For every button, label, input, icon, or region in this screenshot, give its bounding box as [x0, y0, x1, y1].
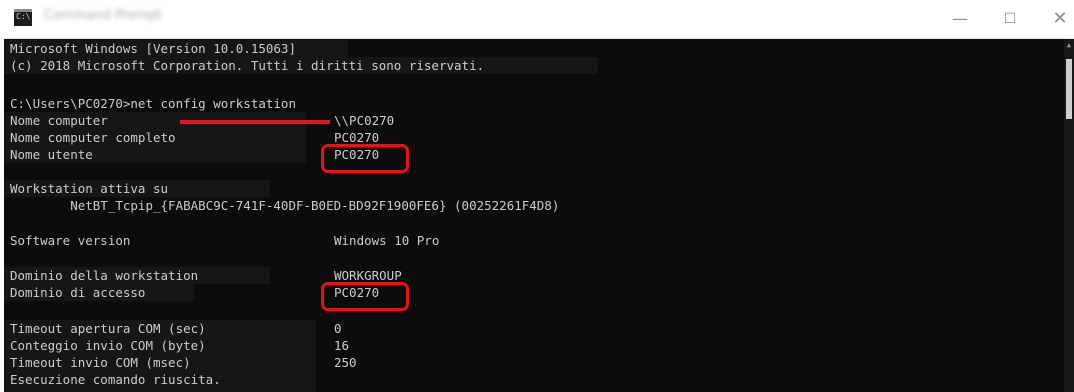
row-value-com-send-count: 16	[334, 338, 350, 353]
cmd-icon: C:\	[14, 9, 32, 26]
copyright-line: (c) 2018 Microsoft Corporation. Tutti i …	[10, 58, 485, 73]
row-netbt-transport: NetBT_Tcpip_{FABABC9C-741F-40DF-B0ED-BD9…	[10, 198, 560, 213]
row-label-user-name: Nome utente	[10, 147, 93, 162]
row-value-com-open-timeout: 0	[334, 321, 342, 336]
command-line: C:\Users\PC0270>net config workstation	[10, 96, 296, 111]
completion-message: Esecuzione comando riuscita.	[10, 372, 221, 387]
row-label-workstation-domain: Dominio della workstation	[10, 268, 199, 283]
row-value-software-version: Windows 10 Pro	[334, 233, 440, 248]
row-label-active-workstation: Workstation attiva su	[10, 181, 169, 196]
maximize-button[interactable]: ☐	[990, 6, 1030, 32]
row-label-com-send-timeout: Timeout invio COM (msec)	[10, 355, 191, 370]
scroll-thumb[interactable]	[1066, 59, 1072, 119]
version-line: Microsoft Windows [Version 10.0.15063]	[10, 41, 296, 56]
minimize-button[interactable]: —	[940, 6, 980, 32]
annotation-red-line	[180, 120, 330, 124]
vertical-scrollbar[interactable]: ▲	[1064, 39, 1074, 392]
annotation-highlight-logon-domain	[321, 282, 409, 311]
row-label-com-open-timeout: Timeout apertura COM (sec)	[10, 321, 206, 336]
row-label-com-send-count: Conteggio invio COM (byte)	[10, 338, 206, 353]
close-button[interactable]: ✕	[1040, 6, 1074, 32]
row-label-full-computer-name: Nome computer completo	[10, 130, 176, 145]
title-bar[interactable]: C:\ Command Prompt — ☐ ✕	[0, 0, 1074, 39]
command-prompt-window: C:\ Command Prompt — ☐ ✕ Microsoft Windo…	[0, 0, 1074, 392]
scroll-up-arrow-icon[interactable]: ▲	[1065, 41, 1073, 49]
annotation-highlight-user-name	[321, 144, 409, 173]
window-title: Command Prompt	[44, 8, 162, 23]
console-output[interactable]: Microsoft Windows [Version 10.0.15063] (…	[4, 39, 1068, 392]
row-value-com-send-timeout: 250	[334, 355, 357, 370]
row-label-logon-domain: Dominio di accesso	[10, 285, 146, 300]
row-label-software-version: Software version	[10, 233, 131, 248]
row-label-computer-name: Nome computer	[10, 113, 108, 128]
row-value-computer-name: \\PC0270	[334, 113, 395, 128]
